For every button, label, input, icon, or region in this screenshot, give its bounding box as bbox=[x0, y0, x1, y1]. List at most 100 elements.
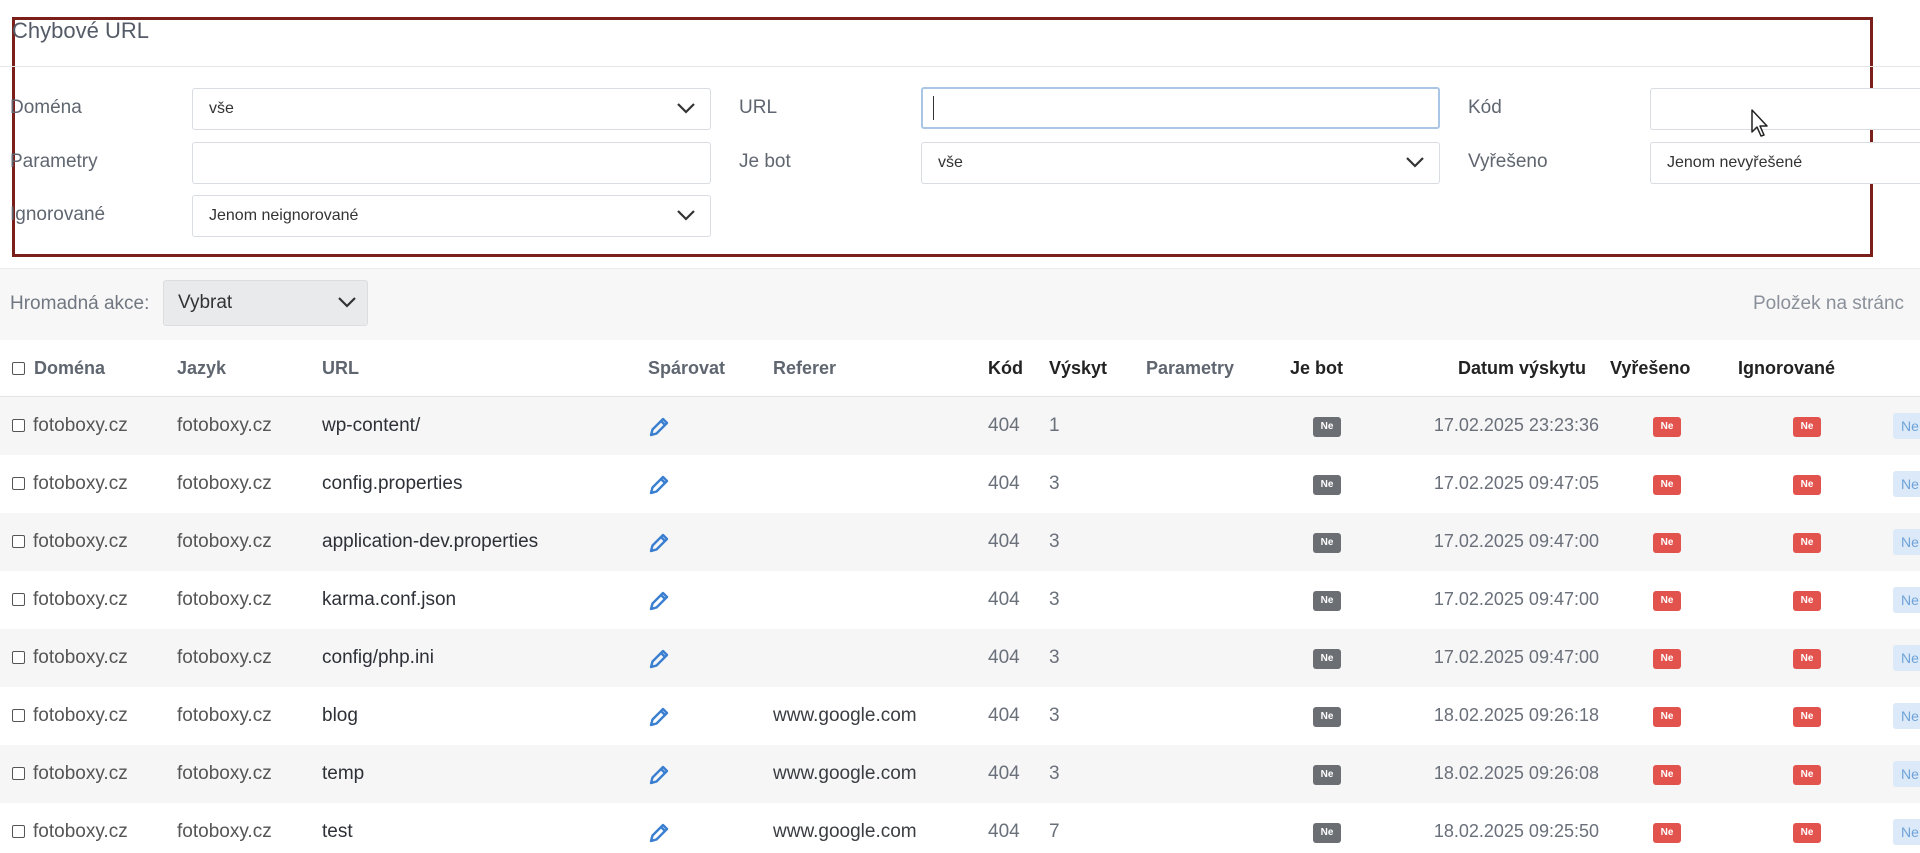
action-badge[interactable]: Ne bbox=[1893, 819, 1920, 845]
domena-select[interactable]: vše bbox=[192, 88, 711, 130]
cell-vyskyt: 3 bbox=[1049, 531, 1060, 552]
cell-url: application-dev.properties bbox=[322, 531, 539, 552]
column-header-referer[interactable]: Referer bbox=[773, 358, 836, 379]
column-header-je-bot[interactable]: Je bot bbox=[1290, 358, 1343, 379]
vyreseno-badge[interactable]: Ne bbox=[1653, 533, 1681, 553]
action-badge[interactable]: Ne bbox=[1893, 645, 1920, 671]
cell-kod: 404 bbox=[988, 763, 1020, 784]
cell-kod: 404 bbox=[988, 821, 1020, 842]
column-header-ignorovane[interactable]: Ignorované bbox=[1738, 358, 1835, 379]
table-row[interactable]: fotoboxy.cz fotoboxy.cz temp www.google.com… bbox=[0, 745, 1920, 804]
chevron-down-icon bbox=[338, 297, 356, 308]
vyreseno-badge[interactable]: Ne bbox=[1653, 707, 1681, 727]
cell-referer: www.google.com bbox=[773, 705, 917, 726]
table-row[interactable]: fotoboxy.cz fotoboxy.cz blog www.google.com… bbox=[0, 687, 1920, 746]
pencil-icon[interactable] bbox=[646, 646, 672, 677]
vyreseno-badge[interactable]: Ne bbox=[1653, 649, 1681, 669]
pencil-icon[interactable] bbox=[646, 588, 672, 619]
column-header-datum[interactable]: Datum výskytu bbox=[1458, 358, 1586, 379]
vyreseno-select[interactable]: Jenom nevyřešené bbox=[1650, 142, 1920, 184]
cell-domena: fotoboxy.cz bbox=[33, 589, 128, 610]
ignorovane-badge[interactable]: Ne bbox=[1793, 823, 1821, 843]
table-row[interactable]: fotoboxy.cz fotoboxy.cz karma.conf.json 404… bbox=[0, 571, 1920, 630]
row-checkbox[interactable] bbox=[12, 709, 25, 722]
cell-jazyk: fotoboxy.cz bbox=[177, 705, 272, 726]
ignorovane-badge[interactable]: Ne bbox=[1793, 475, 1821, 495]
ignorovane-badge[interactable]: Ne bbox=[1793, 417, 1821, 437]
cell-jazyk: fotoboxy.cz bbox=[177, 415, 272, 436]
row-checkbox[interactable] bbox=[12, 767, 25, 780]
cell-url: blog bbox=[322, 705, 358, 726]
action-badge[interactable]: Ne bbox=[1893, 703, 1920, 729]
column-header-vyreseno[interactable]: Vyřešeno bbox=[1610, 358, 1690, 379]
cell-referer: www.google.com bbox=[773, 821, 917, 842]
pencil-icon[interactable] bbox=[646, 704, 672, 735]
row-checkbox[interactable] bbox=[12, 419, 25, 432]
je-bot-select[interactable]: vše bbox=[921, 142, 1440, 184]
table-row[interactable]: fotoboxy.cz fotoboxy.cz application-dev.pr… bbox=[0, 513, 1920, 572]
pencil-icon[interactable] bbox=[646, 762, 672, 793]
cell-datum: 17.02.2025 09:47:05 bbox=[1433, 473, 1599, 493]
page: Chybové URL Doména vše URL Kód Parametry… bbox=[0, 0, 1920, 853]
url-filter-input[interactable] bbox=[921, 87, 1440, 129]
vyreseno-badge[interactable]: Ne bbox=[1653, 591, 1681, 611]
cell-vyskyt: 3 bbox=[1049, 705, 1060, 726]
row-checkbox[interactable] bbox=[12, 825, 25, 838]
row-checkbox[interactable] bbox=[12, 477, 25, 490]
cell-domena: fotoboxy.cz bbox=[33, 821, 128, 842]
action-badge[interactable]: Ne bbox=[1893, 529, 1920, 555]
cell-jazyk: fotoboxy.cz bbox=[177, 473, 272, 494]
parametry-filter-input[interactable] bbox=[192, 142, 711, 184]
action-badge[interactable]: Ne bbox=[1893, 471, 1920, 497]
ignorovane-select[interactable]: Jenom neignorované bbox=[192, 195, 711, 237]
ignorovane-badge[interactable]: Ne bbox=[1793, 765, 1821, 785]
cell-datum: 18.02.2025 09:25:50 bbox=[1433, 821, 1599, 841]
cell-url: config/php.ini bbox=[322, 647, 434, 668]
ignorovane-badge[interactable]: Ne bbox=[1793, 649, 1821, 669]
vyreseno-badge[interactable]: Ne bbox=[1653, 765, 1681, 785]
pencil-icon[interactable] bbox=[646, 820, 672, 851]
pencil-icon[interactable] bbox=[646, 530, 672, 561]
cell-kod: 404 bbox=[988, 415, 1020, 436]
bulk-action-bar: Hromadná akce: Vybrat Položek na stránc bbox=[0, 268, 1920, 342]
ignorovane-badge[interactable]: Ne bbox=[1793, 533, 1821, 553]
column-header-jazyk[interactable]: Jazyk bbox=[177, 358, 226, 379]
chevron-down-icon bbox=[677, 210, 695, 221]
vyreseno-badge[interactable]: Ne bbox=[1653, 417, 1681, 437]
cell-jazyk: fotoboxy.cz bbox=[177, 647, 272, 668]
column-header-domena[interactable]: Doména bbox=[34, 358, 105, 379]
table-row[interactable]: fotoboxy.cz fotoboxy.cz config.properties 4… bbox=[0, 455, 1920, 514]
select-all-checkbox[interactable] bbox=[12, 362, 25, 375]
table-row[interactable]: fotoboxy.cz fotoboxy.cz wp-content/404 1 Ne 1… bbox=[0, 397, 1920, 456]
bulk-action-value: Vybrat bbox=[178, 292, 233, 313]
column-header-url[interactable]: URL bbox=[322, 358, 359, 379]
chevron-down-icon bbox=[1406, 157, 1424, 168]
kod-filter-label: Kód bbox=[1468, 97, 1502, 118]
cell-datum: 17.02.2025 23:23:36 bbox=[1433, 415, 1599, 435]
je-bot-filter-label: Je bot bbox=[739, 151, 791, 172]
cell-kod: 404 bbox=[988, 473, 1020, 494]
kod-filter-input[interactable] bbox=[1650, 88, 1920, 130]
column-header-kod[interactable]: Kód bbox=[988, 358, 1023, 379]
je-bot-select-value: vše bbox=[938, 154, 963, 171]
parametry-filter-label: Parametry bbox=[10, 151, 98, 172]
row-checkbox[interactable] bbox=[12, 535, 25, 548]
ignorovane-badge[interactable]: Ne bbox=[1793, 707, 1821, 727]
column-header-parametry[interactable]: Parametry bbox=[1146, 358, 1234, 379]
bulk-action-select[interactable]: Vybrat bbox=[163, 280, 368, 326]
action-badge[interactable]: Ne bbox=[1893, 761, 1920, 787]
action-badge[interactable]: Ne bbox=[1893, 413, 1920, 439]
cell-vyskyt: 7 bbox=[1049, 821, 1060, 842]
table-row[interactable]: fotoboxy.cz fotoboxy.cz config/php.ini 404 3… bbox=[0, 629, 1920, 688]
column-header-vyskyt[interactable]: Výskyt bbox=[1049, 358, 1107, 379]
ignorovane-badge[interactable]: Ne bbox=[1793, 591, 1821, 611]
row-checkbox[interactable] bbox=[12, 593, 25, 606]
pencil-icon[interactable] bbox=[646, 414, 672, 445]
row-checkbox[interactable] bbox=[12, 651, 25, 664]
vyreseno-badge[interactable]: Ne bbox=[1653, 475, 1681, 495]
action-badge[interactable]: Ne bbox=[1893, 587, 1920, 613]
vyreseno-badge[interactable]: Ne bbox=[1653, 823, 1681, 843]
pencil-icon[interactable] bbox=[646, 472, 672, 503]
table-row[interactable]: fotoboxy.cz fotoboxy.cz test www.google.com… bbox=[0, 803, 1920, 853]
domena-select-value: vše bbox=[209, 100, 234, 117]
